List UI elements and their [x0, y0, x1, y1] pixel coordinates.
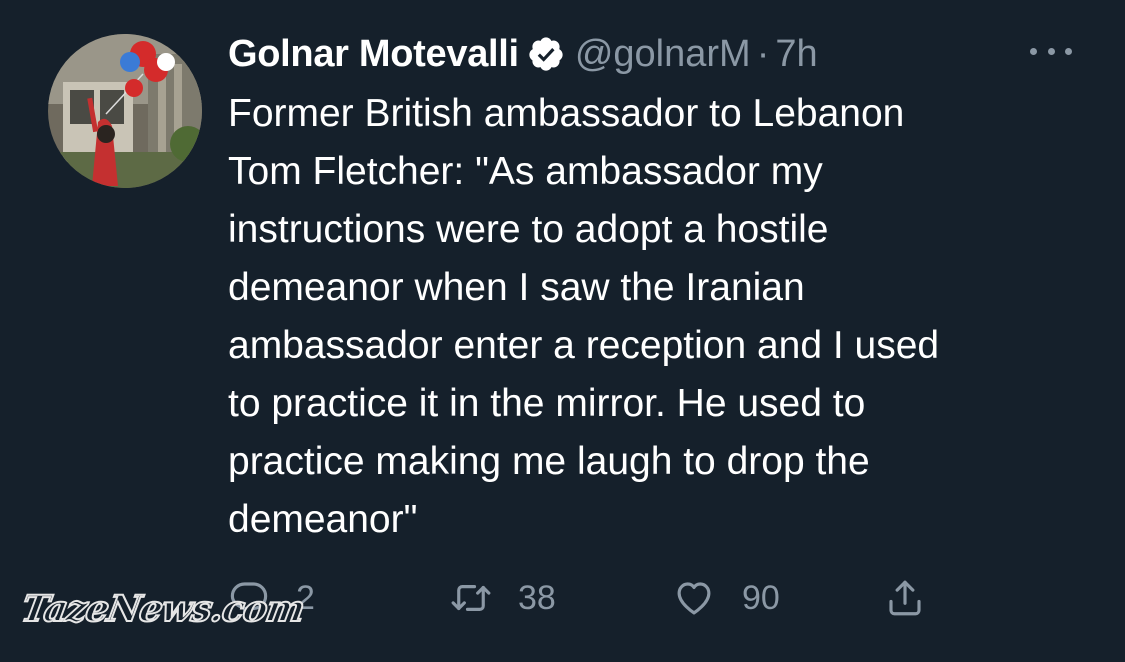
author-display-name[interactable]: Golnar Motevalli — [228, 26, 519, 82]
header-separator: · — [756, 33, 770, 75]
more-options-icon[interactable] — [1024, 34, 1078, 68]
tweet-timestamp[interactable]: 7h — [775, 26, 817, 82]
retweet-button[interactable]: 38 — [450, 570, 556, 626]
heart-icon — [677, 582, 711, 615]
more-dot — [1030, 47, 1037, 55]
tweet-actions: 2 38 90 — [228, 570, 988, 626]
tweet-header: Golnar Motevalli @golnarM · 7h — [228, 26, 818, 82]
like-count: 90 — [742, 578, 780, 617]
retweet-icon — [451, 585, 491, 611]
more-dot — [1065, 47, 1072, 55]
share-icon — [889, 580, 921, 616]
author-handle[interactable]: @golnarM — [575, 26, 751, 82]
retweet-count: 38 — [518, 578, 556, 617]
verified-badge-icon — [527, 35, 565, 73]
avatar-photo — [48, 34, 202, 188]
share-button[interactable] — [884, 570, 926, 626]
avatar[interactable] — [48, 34, 202, 188]
more-dot — [1047, 47, 1055, 55]
tweet-text: Former British ambassador to Lebanon Tom… — [228, 92, 940, 541]
tweet-card: Golnar Motevalli @golnarM · 7h Former Br… — [0, 0, 1125, 662]
watermark: TazeNews.com — [17, 587, 308, 631]
like-button[interactable]: 90 — [672, 570, 780, 626]
